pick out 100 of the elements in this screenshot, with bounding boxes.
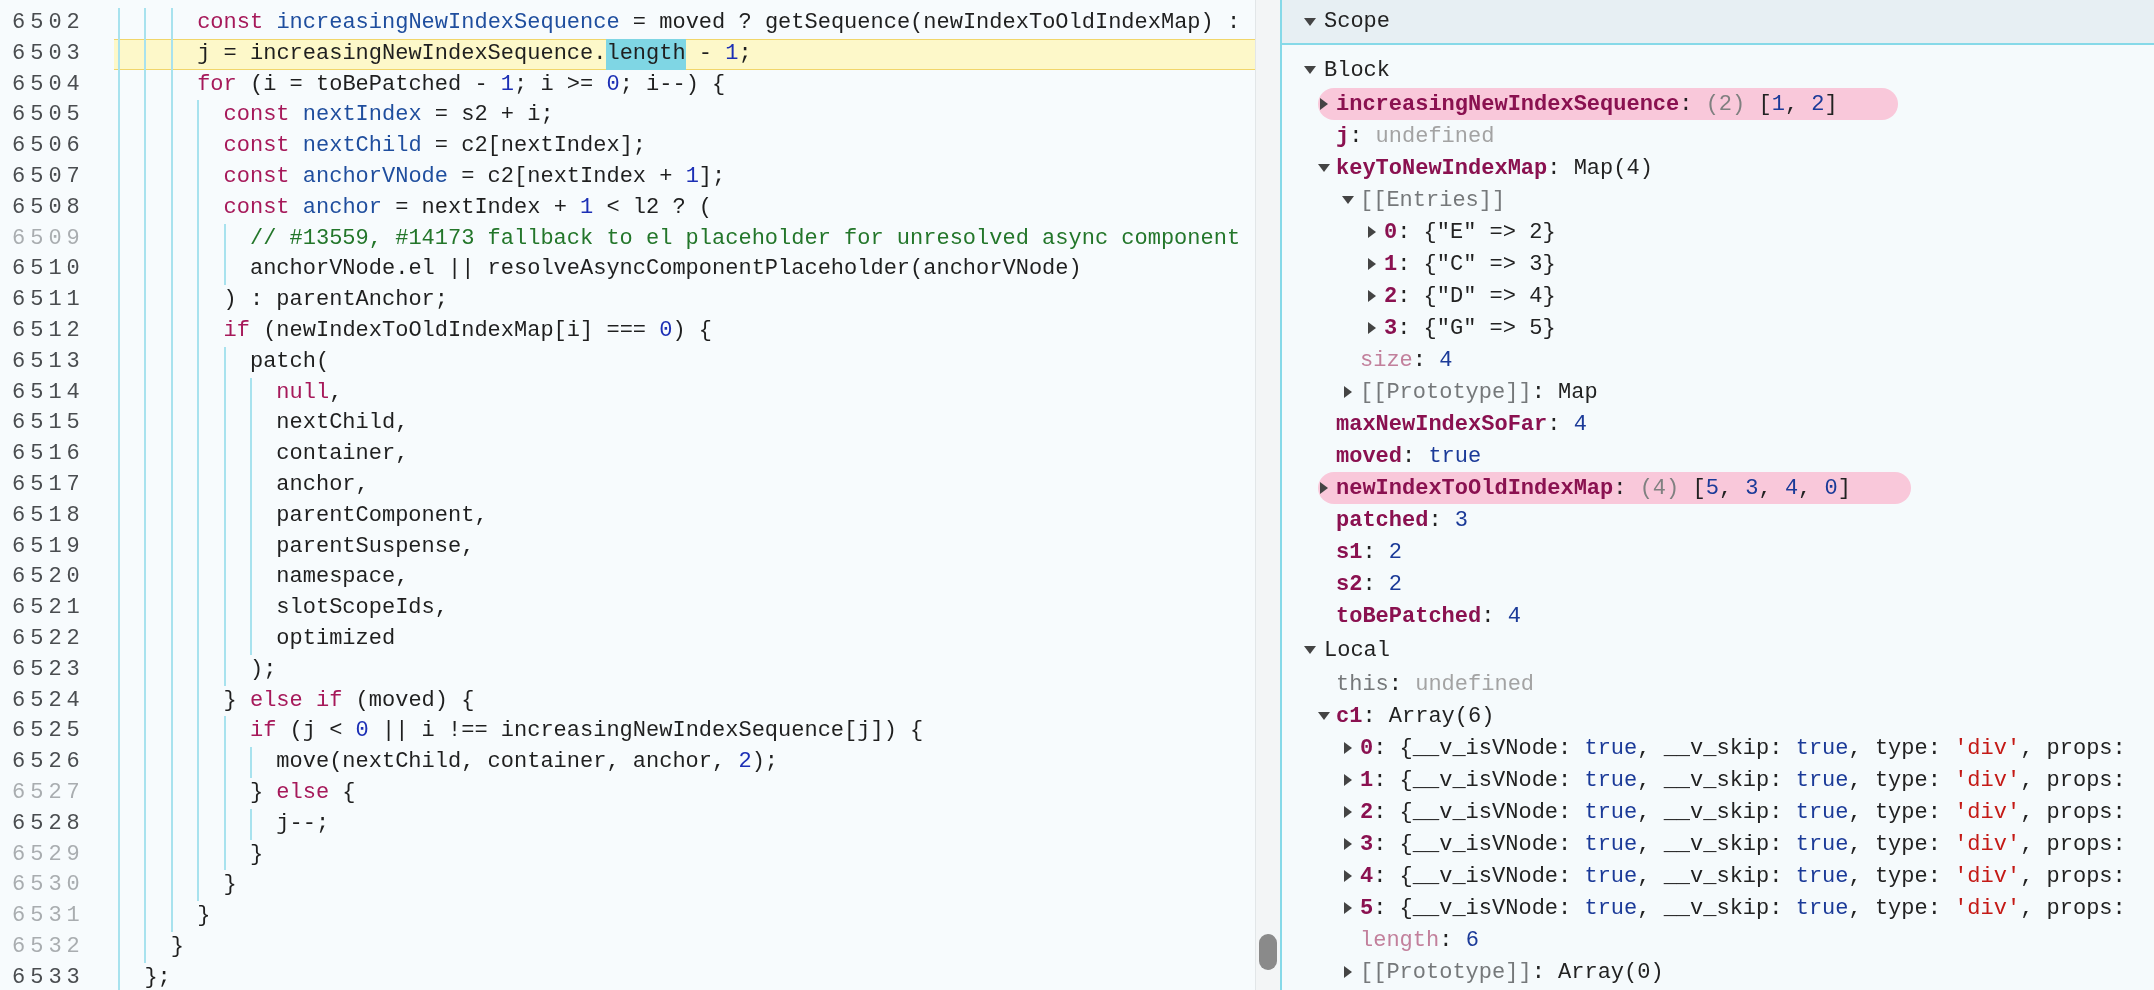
property-name: newIndexToOldIndexMap: [1336, 475, 1614, 501]
property-value: : {__v_isVNode: true, __v_skip: true, type: 'div', props:: [1373, 735, 2126, 761]
code-line: const nextChild = c2[nextIndex];: [114, 131, 1255, 162]
line-number: 6530: [11, 871, 86, 900]
code-line: nextChild,: [114, 408, 1255, 440]
code-line: if (j < 0 || i !== increasingNewIndexSequence[j]) {: [114, 716, 1255, 748]
property-value: : {__v_isVNode: true, __v_skip: true, type: 'div', props:: [1373, 799, 2126, 825]
caret-down-icon[interactable]: [1342, 194, 1354, 206]
code-line: parentSuspense,: [114, 531, 1255, 563]
code-line: }: [114, 931, 1255, 963]
line-number: 6519: [11, 532, 86, 561]
property-name: 5: [1360, 895, 1374, 921]
property-value: : 4: [1481, 603, 1521, 629]
property-name: c1: [1336, 703, 1363, 729]
scrollbar[interactable]: [1259, 934, 1277, 970]
property-value: : {"E" => 2}: [1397, 219, 1556, 245]
property-value: : undefined: [1349, 123, 1495, 149]
property-value: : Array(0): [1531, 959, 1664, 985]
code-line: patch(: [114, 346, 1255, 378]
property-name: s1: [1336, 539, 1363, 565]
code-line: );: [114, 654, 1255, 686]
caret-right-icon[interactable]: [1342, 806, 1354, 818]
line-number: 6524: [11, 686, 86, 715]
code-line: const anchor = nextIndex + 1 < l2 ? (: [114, 192, 1255, 224]
code-line: };: [114, 962, 1255, 990]
line-number: 6518: [11, 501, 86, 530]
line-number: 6528: [11, 809, 86, 838]
property-value: : Map(4): [1547, 155, 1653, 181]
line-number: 6533: [11, 963, 86, 990]
code-line: ) : parentAnchor;: [114, 285, 1255, 316]
code-line: move(nextChild, container, anchor, 2);: [114, 747, 1255, 778]
code-line: namespace,: [114, 562, 1255, 594]
property-value: : {__v_isVNode: true, __v_skip: true, type: 'div', props:: [1373, 863, 2126, 889]
property-name: maxNewIndexSoFar: [1336, 411, 1548, 437]
line-number: 6531: [11, 902, 86, 931]
property-name: [[Prototype]]: [1360, 959, 1532, 985]
section-title: Block: [1324, 57, 1390, 83]
caret-right-icon[interactable]: [1342, 838, 1354, 850]
line-number: 6506: [11, 132, 86, 161]
caret-right-icon[interactable]: [1366, 258, 1378, 270]
property-name: length: [1360, 927, 1440, 953]
property-value: : (4) [5, 3, 4, 0]: [1613, 475, 1851, 501]
code-line: }: [114, 870, 1255, 902]
caret-right-icon[interactable]: [1366, 290, 1378, 302]
caret-down-icon[interactable]: [1318, 710, 1330, 722]
caret-right-icon[interactable]: [1318, 482, 1330, 494]
line-number: 6532: [11, 932, 86, 961]
caret-right-icon[interactable]: [1318, 98, 1330, 110]
line-number: 6520: [11, 563, 86, 592]
property-name: 1: [1384, 251, 1398, 277]
line-number: 6505: [11, 101, 86, 130]
property-name: [[Entries]]: [1360, 187, 1506, 213]
line-number: 6512: [11, 316, 86, 345]
caret-right-icon[interactable]: [1366, 322, 1378, 334]
property-value: : 4: [1412, 347, 1453, 373]
code-line: }: [114, 839, 1255, 871]
code-line: // #13559, #14173 fallback to el placeholder for unresolved async component: [114, 223, 1255, 255]
caret-right-icon[interactable]: [1342, 742, 1354, 754]
line-number: 6504: [11, 70, 86, 99]
caret-down-icon[interactable]: [1304, 64, 1316, 76]
property-name: [[Prototype]]: [1360, 379, 1532, 405]
code-line: anchorVNode.el || resolveAsyncComponentPlaceholder(anchorVNode): [114, 254, 1255, 286]
property-name: 0: [1384, 219, 1398, 245]
code-line: anchor,: [114, 469, 1255, 501]
panel-title: Scope: [1324, 9, 1390, 34]
property-value: : Array(6): [1362, 703, 1495, 729]
line-number: 6523: [11, 655, 86, 684]
scope-header[interactable]: Scope: [1282, 0, 2154, 45]
property-value: : {"G" => 5}: [1397, 315, 1556, 341]
caret-right-icon[interactable]: [1342, 774, 1354, 786]
property-value: : 2: [1362, 571, 1402, 597]
property-name: this: [1336, 671, 1389, 697]
line-number: 6515: [11, 409, 86, 438]
line-number: 6508: [11, 193, 86, 222]
line-number: 6502: [11, 9, 86, 37]
property-name: 4: [1360, 863, 1374, 889]
property-value: : Map: [1531, 379, 1598, 405]
property-name: size: [1360, 347, 1413, 373]
property-name: s2: [1336, 571, 1363, 597]
caret-right-icon[interactable]: [1342, 870, 1354, 882]
line-number: 6527: [11, 778, 86, 807]
caret-right-icon[interactable]: [1342, 902, 1354, 914]
property-name: increasingNewIndexSequence: [1336, 91, 1680, 117]
line-number: 6522: [11, 624, 86, 653]
line-number: 6513: [11, 347, 86, 376]
line-number: 6521: [11, 594, 86, 623]
caret-down-icon[interactable]: [1318, 162, 1330, 174]
caret-right-icon[interactable]: [1342, 386, 1354, 398]
line-number: 6507: [11, 163, 86, 191]
caret-right-icon[interactable]: [1366, 226, 1378, 238]
caret-down-icon[interactable]: [1304, 15, 1316, 28]
code-line: } else if (moved) {: [114, 685, 1255, 717]
code-line: for (i = toBePatched - 1; i >= 0; i--) {: [114, 69, 1255, 101]
property-name: keyToNewIndexMap: [1336, 155, 1548, 181]
code-line: optimized: [114, 623, 1255, 655]
property-name: patched: [1336, 507, 1429, 533]
caret-right-icon[interactable]: [1342, 966, 1354, 978]
line-number: 6514: [11, 378, 86, 407]
caret-down-icon[interactable]: [1304, 644, 1316, 656]
property-name: 0: [1360, 735, 1374, 761]
